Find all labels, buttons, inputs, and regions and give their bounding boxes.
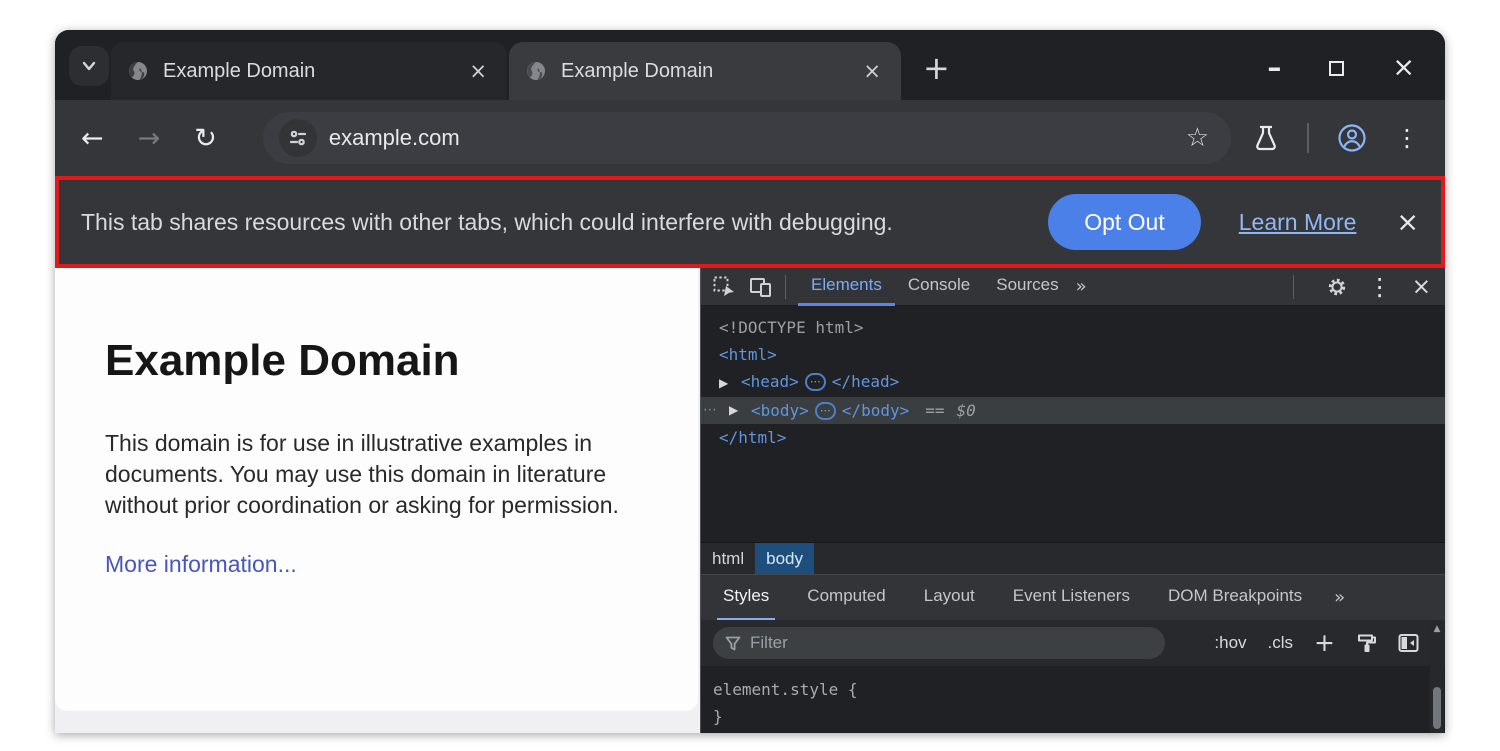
tab-search-button[interactable]: [69, 46, 109, 86]
opt-out-button[interactable]: Opt Out: [1048, 194, 1201, 250]
expand-arrow-icon[interactable]: ▶: [719, 370, 741, 397]
tab-1[interactable]: Example Domain ×: [111, 42, 507, 100]
guide-dots: ⋯: [703, 397, 729, 424]
devtools-close-icon[interactable]: ×: [1412, 274, 1431, 300]
more-information-link[interactable]: More information...: [105, 551, 297, 578]
new-tab-button[interactable]: +: [923, 52, 950, 84]
browser-window: Example Domain × Example Domain × + – × …: [55, 30, 1445, 733]
window-close-button[interactable]: ×: [1392, 56, 1415, 80]
expand-arrow-icon[interactable]: ▶: [729, 397, 751, 424]
site-settings-icon[interactable]: [279, 119, 317, 157]
dom-doctype[interactable]: <!DOCTYPE html>: [701, 314, 1445, 341]
inline-expand-icon[interactable]: ⋯: [815, 402, 836, 420]
tab-strip: Example Domain × Example Domain × + – ×: [55, 30, 1445, 100]
devtools-divider: [1293, 275, 1294, 299]
more-tabs-icon[interactable]: »: [1076, 276, 1087, 297]
toolbar-divider: [1307, 123, 1309, 153]
new-style-rule-button[interactable]: +: [1314, 633, 1335, 653]
more-sidebar-tabs-icon[interactable]: »: [1334, 587, 1345, 608]
infobar-close-icon[interactable]: ×: [1396, 207, 1419, 238]
tab-close-icon[interactable]: ×: [465, 59, 491, 83]
breadcrumb-body[interactable]: body: [755, 543, 814, 575]
panel-toggle-icon[interactable]: [1398, 633, 1419, 653]
sharing-infobar: This tab shares resources with other tab…: [55, 176, 1445, 268]
tab-2-active[interactable]: Example Domain ×: [509, 42, 901, 100]
scrollbar-thumb[interactable]: [1433, 687, 1441, 729]
tab-close-icon[interactable]: ×: [859, 59, 885, 83]
reload-icon[interactable]: ↻: [194, 123, 217, 154]
tab-styles[interactable]: Styles: [717, 575, 775, 621]
filter-placeholder: Filter: [750, 633, 788, 653]
browser-menu-icon[interactable]: ⋮: [1395, 124, 1419, 152]
settings-gear-icon[interactable]: [1326, 276, 1348, 298]
hover-state-toggle[interactable]: :hov: [1214, 633, 1246, 653]
inspect-element-icon[interactable]: [713, 276, 735, 298]
chevron-down-icon: [79, 56, 99, 76]
page-viewport: Example Domain This domain is for use in…: [55, 268, 700, 733]
devtools-tab-sources[interactable]: Sources: [983, 268, 1071, 306]
page-title: Example Domain: [105, 336, 698, 386]
tab-event-listeners[interactable]: Event Listeners: [1007, 575, 1136, 621]
styles-filter-row: Filter :hov .cls +: [701, 620, 1445, 666]
element-style-rule[interactable]: element.style {: [713, 676, 1445, 703]
styles-tab-bar: Styles Computed Layout Event Listeners D…: [701, 574, 1445, 620]
url-text[interactable]: example.com: [329, 125, 1186, 151]
devtools-tab-elements[interactable]: Elements: [798, 268, 895, 306]
styles-scrollbar[interactable]: ▲: [1430, 621, 1444, 733]
tab-computed[interactable]: Computed: [801, 575, 891, 621]
dom-html-close[interactable]: </html>: [701, 424, 1445, 451]
experiments-flask-icon[interactable]: [1253, 124, 1279, 152]
element-style-close-brace: }: [713, 703, 1445, 730]
rendering-brush-icon[interactable]: [1356, 633, 1377, 653]
dom-body-row-selected[interactable]: ⋯▶<body>⋯</body>==$0: [701, 397, 1445, 424]
window-controls: – ×: [1267, 52, 1415, 84]
tab-dom-breakpoints[interactable]: DOM Breakpoints: [1162, 575, 1308, 621]
devtools-menu-icon[interactable]: ⋮: [1368, 273, 1392, 301]
browser-toolbar: ← → ↻ example.com ☆: [55, 100, 1445, 176]
devtools-panel: Elements Console Sources » ⋮ ×: [700, 268, 1445, 733]
forward-icon[interactable]: →: [138, 123, 161, 154]
toolbar-right: ⋮: [1253, 123, 1419, 153]
devtools-tab-console[interactable]: Console: [895, 268, 983, 306]
tab-title: Example Domain: [163, 60, 465, 83]
globe-favicon-icon: [525, 60, 547, 82]
console-ref: $0: [957, 397, 976, 424]
globe-favicon-icon: [127, 60, 149, 82]
scroll-up-icon[interactable]: ▲: [1430, 624, 1444, 634]
bookmark-star-icon[interactable]: ☆: [1186, 123, 1209, 153]
page-paragraph: This domain is for use in illustrative e…: [105, 428, 653, 521]
maximize-button[interactable]: [1329, 61, 1344, 76]
breadcrumb-html[interactable]: html: [701, 543, 755, 575]
styles-pane[interactable]: element.style { }: [701, 666, 1445, 733]
dom-tree: <!DOCTYPE html> <html> ▶<head>⋯</head> ⋯…: [701, 306, 1445, 542]
dom-head-row[interactable]: ▶<head>⋯</head>: [701, 368, 1445, 397]
learn-more-link[interactable]: Learn More: [1239, 209, 1357, 236]
devtools-divider: [785, 275, 786, 299]
tab-title: Example Domain: [561, 60, 859, 83]
filter-funnel-icon: [725, 636, 741, 651]
device-toolbar-icon[interactable]: [749, 276, 773, 298]
class-toggle[interactable]: .cls: [1268, 633, 1294, 653]
profile-icon[interactable]: [1337, 123, 1367, 153]
inline-expand-icon[interactable]: ⋯: [805, 373, 826, 391]
tab-layout[interactable]: Layout: [918, 575, 981, 621]
devtools-topbar: Elements Console Sources » ⋮ ×: [701, 268, 1445, 306]
address-bar[interactable]: example.com ☆: [263, 112, 1231, 164]
minimize-button[interactable]: –: [1267, 58, 1281, 78]
dom-html-open[interactable]: <html>: [701, 341, 1445, 368]
back-icon[interactable]: ←: [81, 123, 104, 154]
infobar-message: This tab shares resources with other tab…: [81, 209, 893, 236]
page-card: Example Domain This domain is for use in…: [55, 268, 698, 711]
content-area: Example Domain This domain is for use in…: [55, 268, 1445, 733]
styles-filter-input[interactable]: Filter: [713, 627, 1165, 659]
dom-breadcrumb: html body: [701, 542, 1445, 574]
